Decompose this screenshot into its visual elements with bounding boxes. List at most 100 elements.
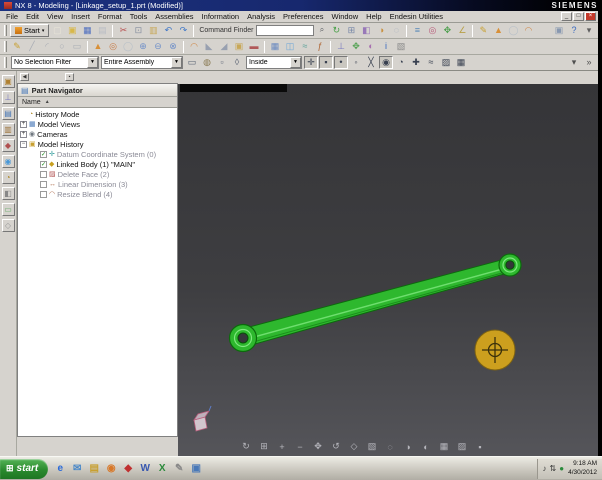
touch-panel-icon[interactable]: ◇: [1, 219, 15, 232]
pan-view-icon[interactable]: ✥: [312, 441, 324, 452]
hole-feature-icon[interactable]: ◯: [121, 40, 135, 53]
arc-center-icon[interactable]: ◉: [379, 56, 393, 69]
copy-icon[interactable]: ⊡: [131, 24, 145, 37]
web-browser-icon[interactable]: ◉: [1, 155, 15, 168]
sketch-in-task-icon[interactable]: ✎: [10, 40, 24, 53]
start-menu-button[interactable]: Start ▾: [10, 24, 50, 37]
suppress-checkbox[interactable]: [40, 190, 47, 198]
fit-view-icon[interactable]: ⊞: [258, 441, 270, 452]
zoom-in-icon[interactable]: +: [276, 442, 288, 452]
tree-row-resize-blend-4[interactable]: ◠ Resize Blend (4): [18, 189, 177, 199]
fit-view-icon[interactable]: ⊞: [344, 24, 358, 37]
intersect-icon[interactable]: ⊗: [166, 40, 180, 53]
menu-edit[interactable]: Edit: [22, 12, 43, 21]
open-icon[interactable]: ▣: [65, 24, 79, 37]
constraint-navigator-icon[interactable]: ⊥: [1, 91, 15, 104]
extrude-icon[interactable]: ▲: [491, 24, 505, 37]
layer-settings-icon[interactable]: ≡: [410, 24, 424, 37]
hd3d-tools-icon[interactable]: ◆: [1, 139, 15, 152]
bounded-grid-icon[interactable]: ▦: [454, 56, 468, 69]
object-information-icon[interactable]: i: [379, 40, 393, 53]
menu-help[interactable]: Help: [362, 12, 385, 21]
toolbar-options-icon[interactable]: ▾: [582, 24, 596, 37]
tree-row-delete-face-2[interactable]: ▨ Delete Face (2): [18, 169, 177, 179]
general-selection-filter-icon[interactable]: ▭: [185, 56, 199, 69]
suppress-checkbox[interactable]: ✓: [40, 160, 47, 168]
snapshot-icon[interactable]: ▧: [394, 40, 408, 53]
new-icon[interactable]: ▢: [50, 24, 64, 37]
window-switch-icon[interactable]: ▣: [552, 24, 566, 37]
expander-icon[interactable]: −: [20, 140, 27, 148]
reuse-library-icon[interactable]: ▥: [1, 123, 15, 136]
suppress-checkbox[interactable]: ✓: [40, 150, 47, 158]
restore-button[interactable]: □: [573, 12, 584, 21]
point-on-curve-icon[interactable]: ≈: [424, 56, 438, 69]
media-player-icon[interactable]: ◉: [104, 462, 118, 476]
rectangle-icon[interactable]: ▭: [70, 40, 84, 53]
perspective-icon[interactable]: ◇: [348, 441, 360, 452]
unite-icon[interactable]: ⊕: [136, 40, 150, 53]
tree-row-linked-body-1-main[interactable]: ✓ ◆ Linked Body (1) "MAIN": [18, 159, 177, 169]
print-icon[interactable]: ▤: [95, 24, 109, 37]
menu-format[interactable]: Format: [94, 12, 126, 21]
tree-row-datum-coordinate-system-0[interactable]: ✓ ✛ Datum Coordinate System (0): [18, 149, 177, 159]
menu-endesin-utilities[interactable]: Endesin Utilities: [386, 12, 447, 21]
cut-icon[interactable]: ✂: [116, 24, 130, 37]
selection-options-icon[interactable]: ▾: [567, 56, 581, 69]
edge-blend-feature-icon[interactable]: ◠: [187, 40, 201, 53]
part-navigator-icon[interactable]: ▤: [1, 107, 15, 120]
measure-distance-icon[interactable]: ∠: [455, 24, 469, 37]
mirror-feature-icon[interactable]: ◫: [283, 40, 297, 53]
redo-icon[interactable]: ↷: [176, 24, 190, 37]
internet-explorer-icon[interactable]: e: [53, 462, 67, 476]
top-selection-priority-icon[interactable]: ▫: [215, 56, 229, 69]
mid-point-icon[interactable]: •: [334, 56, 348, 69]
pin-panel-icon[interactable]: ▪: [65, 73, 74, 81]
edit-object-display-icon[interactable]: ◐: [364, 40, 378, 53]
volume-icon[interactable]: ♪: [543, 464, 547, 473]
menu-window[interactable]: Window: [327, 12, 362, 21]
wireframe-icon[interactable]: ◌: [384, 442, 396, 452]
more-selection-tools-icon[interactable]: »: [582, 56, 596, 69]
tree-row-model-history[interactable]: − ▣ Model History: [18, 139, 177, 149]
help-icon[interactable]: ?: [567, 24, 581, 37]
suppress-checkbox[interactable]: [40, 180, 47, 188]
menu-file[interactable]: File: [2, 12, 22, 21]
face-edges-icon[interactable]: ▦: [438, 441, 450, 452]
notepad-icon[interactable]: ✎: [172, 462, 186, 476]
file-explorer-icon[interactable]: ▤: [87, 462, 101, 476]
tree-row-history-mode[interactable]: ◔ History Mode: [18, 109, 177, 119]
graphics-window[interactable]: ↻ ⊞ + − ✥ ↺ ◇ ▧ ◌ ◑ ◐ ▦ ▨ ▪: [178, 84, 598, 456]
end-point-icon[interactable]: ▪: [319, 56, 333, 69]
wireframe-view-icon[interactable]: ◌: [389, 24, 403, 37]
expander-icon[interactable]: +: [20, 130, 27, 138]
expressions-icon[interactable]: ƒ: [313, 40, 327, 53]
history-palette-icon[interactable]: ◔: [1, 171, 15, 184]
shell-icon[interactable]: ▣: [232, 40, 246, 53]
existing-point-icon[interactable]: ✚: [409, 56, 423, 69]
tree-row-cameras[interactable]: + ◉ Cameras: [18, 129, 177, 139]
refresh-icon[interactable]: ↻: [329, 24, 343, 37]
toolbar-grip[interactable]: [4, 41, 7, 52]
revolve-icon[interactable]: ◎: [106, 40, 120, 53]
selection-scope-combo[interactable]: Entire Assembly ▼: [101, 56, 183, 69]
menu-analysis[interactable]: Analysis: [243, 12, 279, 21]
toolbar-grip[interactable]: [4, 57, 7, 68]
menu-information[interactable]: Information: [198, 12, 244, 21]
refresh-view-icon[interactable]: ↻: [240, 441, 252, 452]
toolbar-grip[interactable]: [4, 25, 7, 36]
expander-icon[interactable]: +: [20, 120, 27, 128]
studio-render-icon[interactable]: ◐: [420, 442, 432, 452]
chevron-down-icon[interactable]: ▼: [171, 57, 182, 68]
highlight-selection-icon[interactable]: ◍: [200, 56, 214, 69]
menu-insert[interactable]: Insert: [67, 12, 94, 21]
tree-row-model-views[interactable]: + ▦ Model Views: [18, 119, 177, 129]
hole-icon[interactable]: ◯: [506, 24, 520, 37]
intersection-point-icon[interactable]: ╳: [364, 56, 378, 69]
clip-section-icon[interactable]: ▨: [456, 441, 468, 452]
chevron-down-icon[interactable]: ▼: [87, 57, 98, 68]
suppress-checkbox[interactable]: [40, 170, 47, 178]
minimize-button[interactable]: _: [561, 12, 572, 21]
assembly-constraints-icon[interactable]: ⊥: [334, 40, 348, 53]
point-on-face-icon[interactable]: ▨: [439, 56, 453, 69]
